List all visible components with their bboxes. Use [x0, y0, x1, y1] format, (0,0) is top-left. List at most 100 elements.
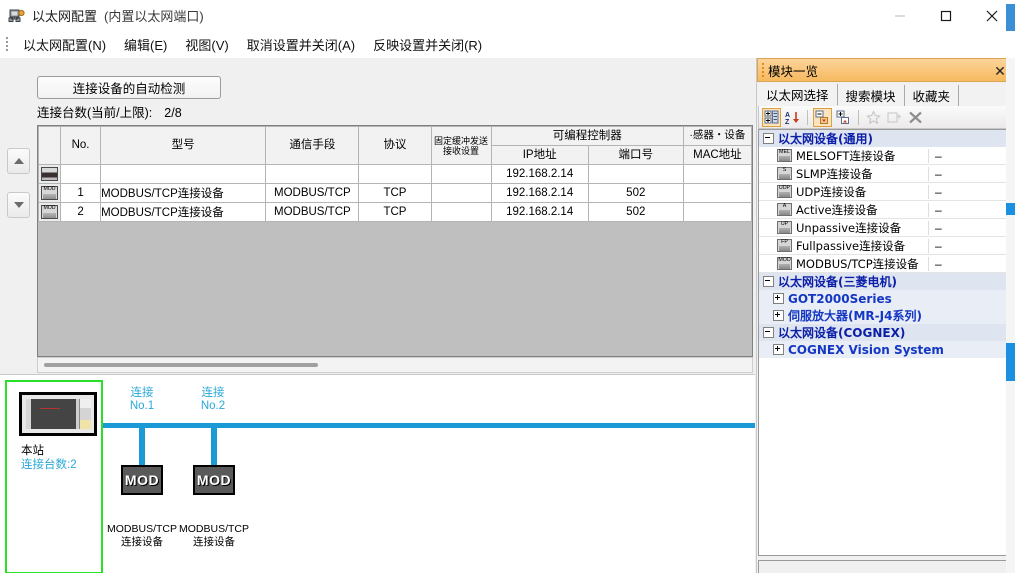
- expand-toggle-icon[interactable]: [773, 344, 784, 355]
- menu-item-cancel-close[interactable]: 取消设置并关闭(A): [238, 32, 364, 57]
- minimize-button[interactable]: [877, 0, 923, 31]
- cell-port[interactable]: [587, 164, 684, 184]
- cell-no[interactable]: 2: [60, 202, 102, 222]
- tree-item-label: SLMP连接设备: [796, 166, 873, 181]
- expand-all-icon[interactable]: [762, 107, 781, 127]
- cell-fixed-buffer[interactable]: [430, 202, 492, 222]
- cell-no[interactable]: [60, 164, 102, 184]
- row-icon-plc[interactable]: [38, 164, 62, 184]
- scroll-down-button[interactable]: [7, 192, 30, 218]
- cell-protocol[interactable]: TCP: [358, 202, 432, 222]
- tree-subgroup-got2000[interactable]: GOT2000Series: [759, 290, 1013, 307]
- cell-fixed-buffer[interactable]: [430, 164, 492, 184]
- table-row[interactable]: 本站 192.168.2.14: [38, 164, 752, 184]
- device-node-1[interactable]: MOD: [121, 465, 163, 495]
- collapse-toggle-icon[interactable]: [763, 327, 774, 338]
- col-header-sensor-device[interactable]: ·感器・设备: [682, 126, 752, 146]
- tree-group-mitsubishi[interactable]: 以太网设备(三菱电机): [759, 273, 1013, 290]
- col-header-fixed-buffer[interactable]: 固定缓冲发送接收设置: [430, 126, 492, 165]
- cell-ip[interactable]: 192.168.2.14: [490, 202, 589, 222]
- tree-item-slmp[interactable]: S SLMP连接设备 –: [759, 165, 1013, 183]
- connection-count: 连接台数(当前/上限): 2/8: [37, 102, 182, 121]
- col-header-model[interactable]: 型号: [100, 126, 267, 165]
- device-node-2[interactable]: MOD: [193, 465, 235, 495]
- menu-item-ethernet-config[interactable]: 以太网配置(N): [14, 32, 115, 57]
- plc-module-graphic[interactable]: [19, 392, 97, 436]
- cell-mac[interactable]: [682, 164, 752, 184]
- col-header-no[interactable]: No.: [60, 126, 102, 165]
- expand-node-icon[interactable]: [834, 108, 853, 127]
- tab-search-module[interactable]: 搜索模块: [837, 85, 905, 106]
- scrollbar-thumb-upper[interactable]: [1006, 203, 1015, 215]
- cell-protocol[interactable]: [358, 164, 432, 184]
- cell-model[interactable]: MODBUS/TCP连接设备: [100, 202, 267, 222]
- sort-az-icon[interactable]: A Z: [783, 108, 802, 127]
- device-badge-2: MOD: [196, 472, 232, 488]
- tree-item-melsoft[interactable]: MEL MELSOFT连接设备 –: [759, 147, 1013, 165]
- auto-detect-button[interactable]: 连接设备的自动检测: [37, 76, 221, 99]
- tree-item-modbus-tcp[interactable]: MOD MODBUS/TCP连接设备 –: [759, 255, 1013, 273]
- cell-port[interactable]: 502: [587, 183, 684, 203]
- tree-item-fullpassive[interactable]: FP Fullpassive连接设备 –: [759, 237, 1013, 255]
- panel-grip-icon: [758, 58, 768, 82]
- col-header-comm[interactable]: 通信手段: [265, 126, 360, 165]
- toolbar-separator: [858, 109, 859, 125]
- cell-comm[interactable]: MODBUS/TCP: [265, 202, 360, 222]
- scrollbar-thumb[interactable]: [44, 363, 318, 367]
- menu-item-apply-close[interactable]: 反映设置并关闭(R): [364, 32, 491, 57]
- delete-icon[interactable]: [906, 108, 925, 127]
- tree-group-ethernet-generic[interactable]: 以太网设备(通用): [759, 130, 1013, 147]
- cell-comm[interactable]: MODBUS/TCP: [265, 183, 360, 203]
- menu-item-edit[interactable]: 编辑(E): [115, 32, 176, 57]
- cell-fixed-buffer[interactable]: [430, 183, 492, 203]
- collapse-toggle-icon[interactable]: [763, 276, 774, 287]
- tree-subgroup-servo-amplifier[interactable]: 伺服放大器(MR-J4系列): [759, 307, 1013, 324]
- cell-port[interactable]: 502: [587, 202, 684, 222]
- tab-ethernet-select[interactable]: 以太网选择: [758, 84, 838, 106]
- tree-subgroup-cognex-vision[interactable]: COGNEX Vision System: [759, 341, 1013, 358]
- col-header-icon[interactable]: [38, 126, 62, 165]
- cell-protocol[interactable]: TCP: [358, 183, 432, 203]
- table-horizontal-scrollbar[interactable]: [37, 357, 753, 373]
- device-label-2: MODBUS/TCP 连接设备: [166, 523, 262, 549]
- collapse-toggle-icon[interactable]: [763, 133, 774, 144]
- plc-icon: [41, 167, 58, 181]
- module-tree[interactable]: 以太网设备(通用) MEL MELSOFT连接设备 – S SLMP连接设备 –…: [758, 129, 1014, 556]
- expand-toggle-icon[interactable]: [773, 310, 784, 321]
- maximize-button[interactable]: [923, 0, 969, 31]
- menu-item-view[interactable]: 视图(V): [176, 32, 237, 57]
- collapse-node-icon[interactable]: [813, 107, 832, 127]
- scroll-up-button[interactable]: [7, 148, 30, 174]
- modbus-icon: [41, 205, 58, 219]
- row-icon-modbus[interactable]: [38, 183, 62, 203]
- cell-model[interactable]: MODBUS/TCP连接设备: [100, 183, 267, 203]
- cell-mac[interactable]: [682, 202, 752, 222]
- page-subtitle: (内置以太网端口): [104, 9, 204, 24]
- station-selection-box[interactable]: 本站 连接台数:2: [5, 380, 103, 573]
- tab-favorites[interactable]: 收藏夹: [904, 85, 960, 106]
- cell-ip[interactable]: 192.168.2.14: [490, 164, 589, 184]
- cell-ip[interactable]: 192.168.2.14: [490, 183, 589, 203]
- tree-item-active[interactable]: A Active连接设备 –: [759, 201, 1013, 219]
- col-header-ip[interactable]: IP地址: [490, 145, 589, 165]
- station-connection-count: 连接台数:2: [21, 459, 77, 471]
- col-header-protocol[interactable]: 协议: [358, 126, 432, 165]
- device-badge-1: MOD: [124, 472, 160, 488]
- table-row[interactable]: 1 MODBUS/TCP连接设备 MODBUS/TCP TCP 192.168.…: [38, 183, 752, 203]
- cell-comm[interactable]: [265, 164, 360, 184]
- table-row[interactable]: 2 MODBUS/TCP连接设备 MODBUS/TCP TCP 192.168.…: [38, 202, 752, 222]
- tree-item-unpassive[interactable]: UP Unpassive连接设备 –: [759, 219, 1013, 237]
- cell-no[interactable]: 1: [60, 183, 102, 203]
- col-header-plc[interactable]: 可编程控制器: [490, 126, 684, 146]
- cell-mac[interactable]: [682, 183, 752, 203]
- connection-table[interactable]: No. 型号 通信手段 协议 固定缓冲发送接收设置 可编程控制器 ·感器・设备 …: [37, 125, 753, 357]
- tree-item-udp[interactable]: UDP UDP连接设备 –: [759, 183, 1013, 201]
- scrollbar-thumb-lower[interactable]: [1006, 343, 1015, 381]
- expand-toggle-icon[interactable]: [773, 293, 784, 304]
- col-header-mac[interactable]: MAC地址: [682, 145, 752, 165]
- window-scrollbar-strip[interactable]: [1006, 58, 1015, 573]
- tree-group-cognex[interactable]: 以太网设备(COGNEX): [759, 324, 1013, 341]
- row-icon-modbus[interactable]: [38, 202, 62, 222]
- cell-model[interactable]: 本站: [100, 164, 267, 184]
- col-header-port[interactable]: 端口号: [587, 145, 684, 165]
